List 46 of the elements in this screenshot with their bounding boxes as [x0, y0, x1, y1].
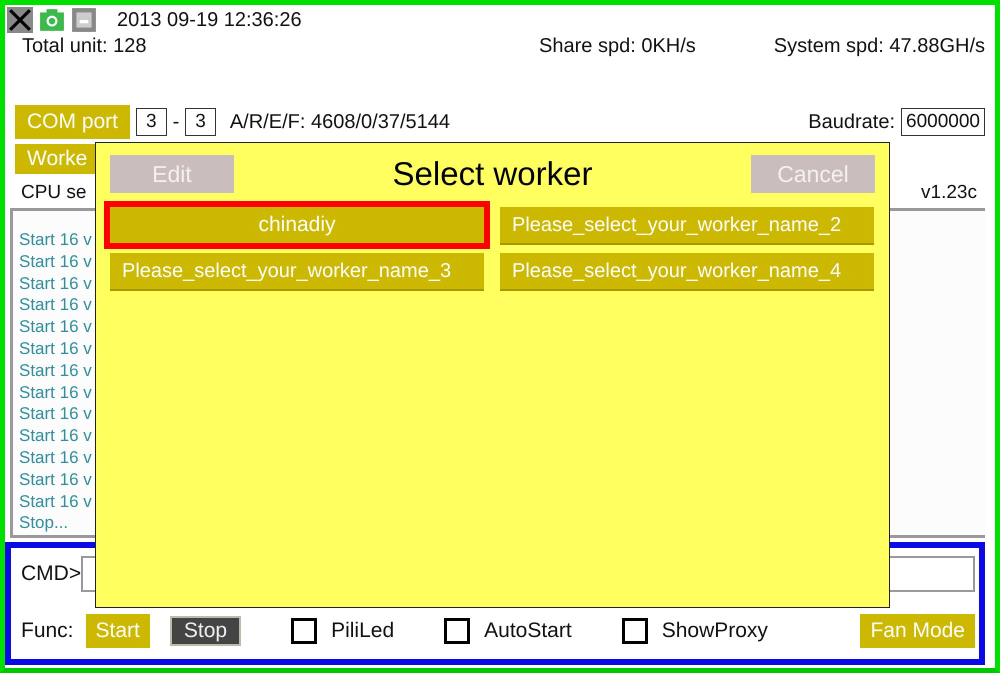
datetime: 2013 09-19 12:36:26 [117, 8, 302, 32]
camera-icon[interactable] [39, 7, 65, 33]
worker-option[interactable]: Please_select_your_worker_name_2 [500, 207, 874, 243]
com-to-field[interactable]: 3 [185, 108, 216, 136]
close-icon[interactable] [7, 7, 33, 33]
log-line: Start 16 v [18, 229, 92, 251]
log-line: Start 16 v [18, 382, 92, 404]
mode-button[interactable]: Fan Mode [860, 614, 975, 648]
log-line: Start 16 v [18, 468, 92, 491]
checkbox-label: AutoStart [484, 619, 572, 643]
log-line: Start 16 v [18, 338, 92, 360]
share-speed: Share spd: 0KH/s [539, 35, 696, 59]
log-line: Start 16 v [18, 360, 92, 382]
start-button[interactable]: Start [86, 614, 150, 648]
worker-option[interactable]: Please_select_your_worker_name_4 [500, 253, 874, 289]
log-line: Start 16 v [18, 446, 92, 469]
baudrate-field[interactable]: 6000000 [901, 108, 985, 136]
version-label: v1.23c [921, 182, 977, 204]
worker-option[interactable]: Please_select_your_worker_name_3 [110, 253, 484, 289]
checkbox[interactable] [622, 618, 648, 644]
cpu-label: CPU se [21, 182, 86, 204]
log-line: Start 16 v [18, 490, 92, 512]
log-line: Start 16 v [18, 294, 92, 316]
com-port-button[interactable]: COM port [15, 105, 130, 139]
total-unit: Total unit: 128 [22, 35, 147, 59]
worker-option[interactable]: chinadiy [110, 207, 484, 243]
com-from-field[interactable]: 3 [136, 108, 167, 136]
checkbox[interactable] [444, 618, 470, 644]
checkbox-label: PiliLed [331, 619, 394, 643]
minimize-icon[interactable] [71, 7, 97, 33]
func-label: Func: [21, 619, 74, 643]
log-line: Start 16 v [18, 250, 92, 273]
log-line: Start 16 v [18, 403, 92, 426]
log-line: Start 16 v [18, 272, 92, 294]
cmd-label: CMD> [21, 562, 82, 586]
log-line: Start 16 v [18, 425, 92, 447]
aref-stats: A/R/E/F: 4608/0/37/5144 [230, 110, 450, 134]
checkbox[interactable] [291, 618, 318, 644]
system-speed: System spd: 47.88GH/s [774, 35, 985, 59]
dialog-title: Select worker [392, 155, 592, 193]
checkbox-label: ShowProxy [662, 619, 768, 643]
log-line: Stop... [18, 512, 68, 534]
range-separator: - [172, 110, 180, 134]
baudrate-label: Baudrate: [808, 110, 896, 134]
log-line: Start 16 v [18, 316, 92, 338]
stop-button[interactable]: Stop [170, 616, 242, 646]
